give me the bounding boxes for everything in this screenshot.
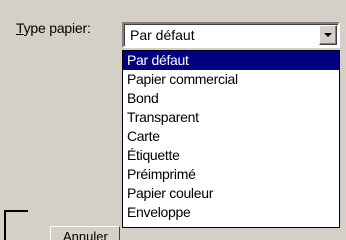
- dropdown-item-bond[interactable]: Bond: [123, 89, 339, 108]
- paper-type-label-rest: ype papier:: [23, 20, 91, 36]
- cancel-button[interactable]: Annuler: [50, 226, 120, 240]
- paper-type-dialog: Type papier: Par défaut Par défaut Papie…: [0, 0, 346, 240]
- dropdown-item-papier-commercial[interactable]: Papier commercial: [123, 70, 339, 89]
- group-frame-edge: [4, 210, 28, 240]
- chevron-down-icon: [324, 33, 332, 37]
- dropdown-item-preimprime[interactable]: Préimprimé: [123, 165, 339, 184]
- paper-type-dropdown-list[interactable]: Par défaut Papier commercial Bond Transp…: [122, 50, 340, 228]
- dropdown-item-carte[interactable]: Carte: [123, 127, 339, 146]
- dropdown-item-transparent[interactable]: Transparent: [123, 108, 339, 127]
- cancel-button-label: Annuler: [63, 229, 108, 240]
- dropdown-item-etiquette[interactable]: Étiquette: [123, 146, 339, 165]
- paper-type-label-first-letter: T: [16, 20, 24, 36]
- dropdown-item-par-defaut[interactable]: Par défaut: [123, 51, 339, 70]
- paper-type-selected-value: Par défaut: [130, 27, 195, 43]
- paper-type-label: Type papier:: [16, 20, 91, 36]
- dropdown-button[interactable]: [319, 25, 337, 45]
- dropdown-item-papier-couleur[interactable]: Papier couleur: [123, 184, 339, 203]
- dropdown-item-enveloppe[interactable]: Enveloppe: [123, 203, 339, 222]
- paper-type-combobox[interactable]: Par défaut: [122, 22, 340, 48]
